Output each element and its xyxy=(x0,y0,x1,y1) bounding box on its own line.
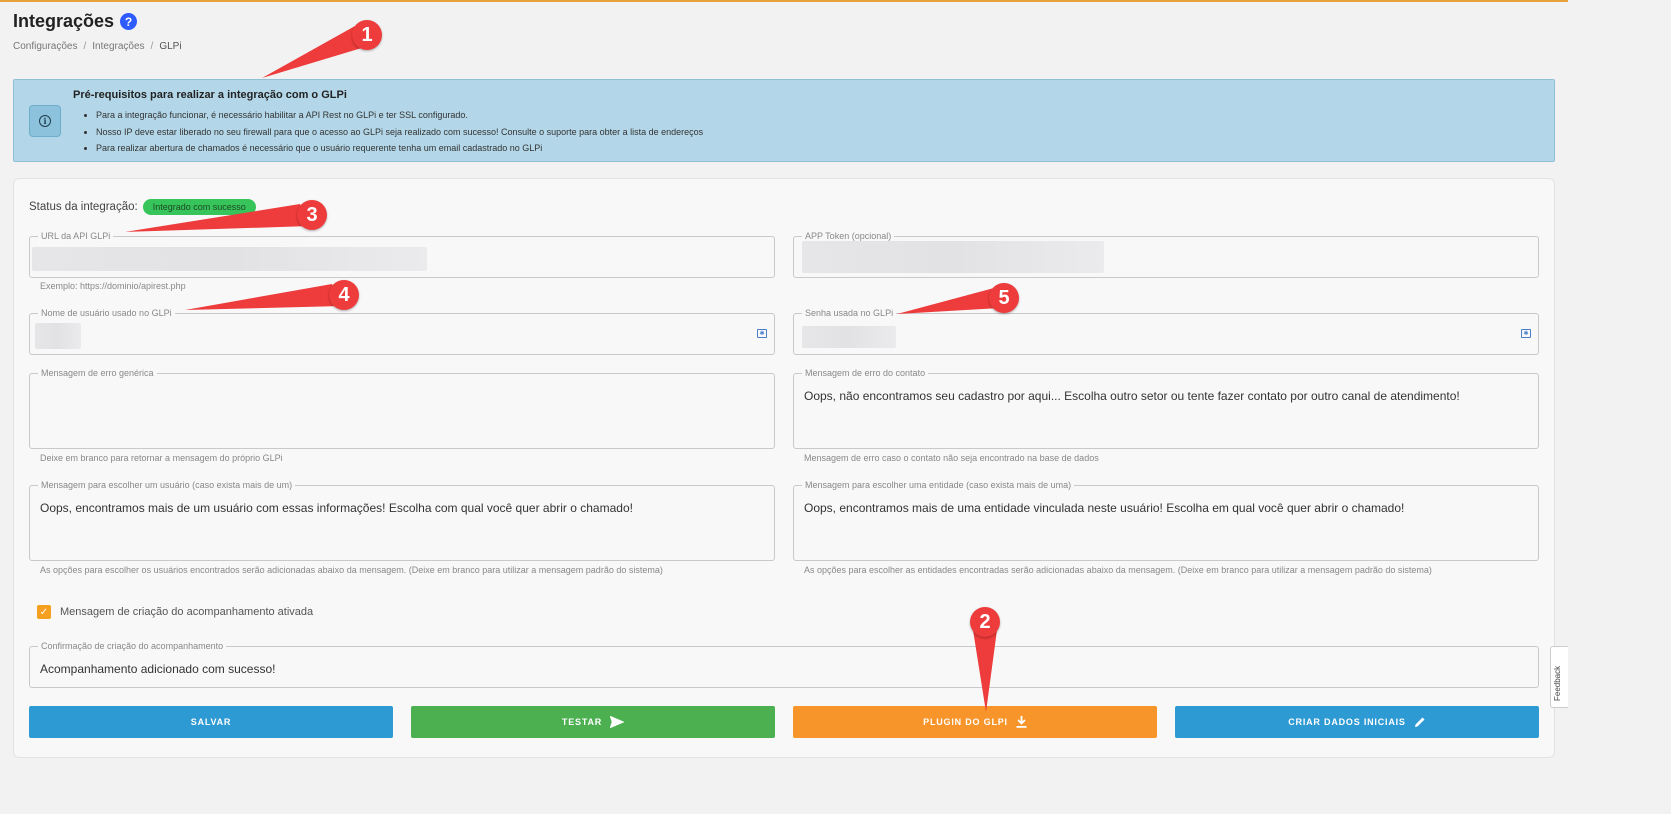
annotation-callout-4: 4 xyxy=(329,280,359,310)
annotation-callout-2: 2 xyxy=(970,607,1000,637)
callout-pointer-5 xyxy=(897,288,1000,314)
callout-pointer-2 xyxy=(973,630,997,712)
feedback-label: Feedback xyxy=(1553,665,1562,701)
callout-pointer-3 xyxy=(125,204,310,232)
annotation-callout-5: 5 xyxy=(989,283,1019,313)
annotation-pointers xyxy=(125,26,1000,712)
annotation-callout-3: 3 xyxy=(297,200,327,230)
callout-pointer-4 xyxy=(185,284,342,310)
annotation-callout-1: 1 xyxy=(352,20,382,50)
feedback-tab[interactable]: Feedback xyxy=(1550,646,1568,708)
